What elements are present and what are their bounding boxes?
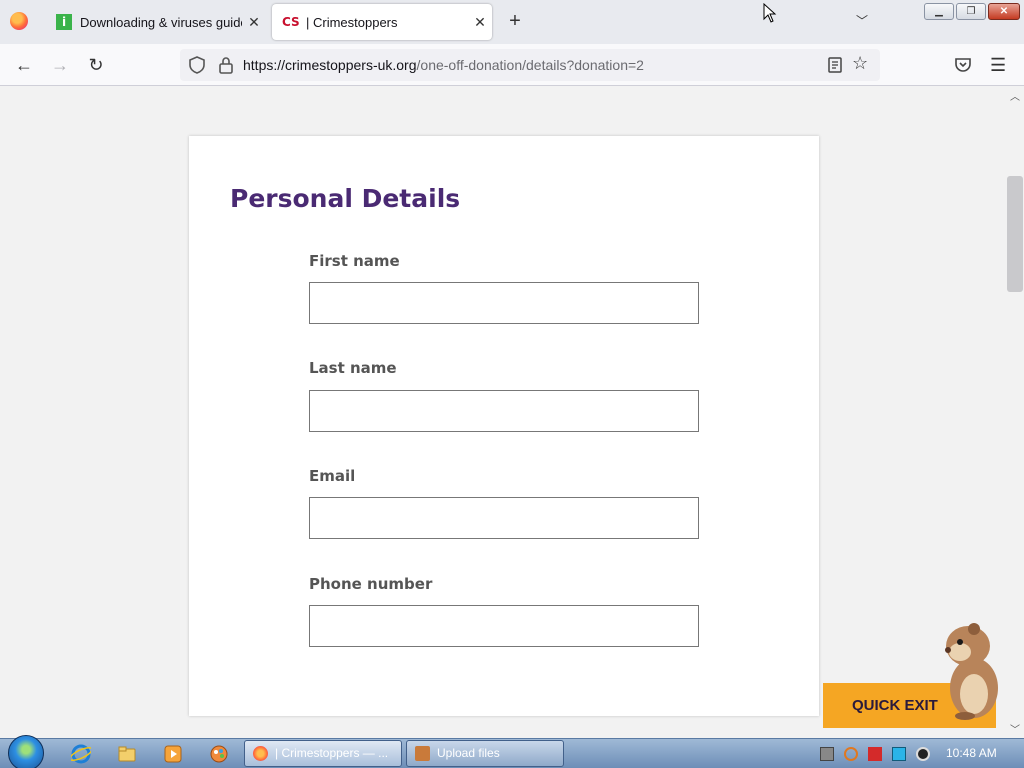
bookmark-star-icon[interactable]: ☆ [852, 53, 868, 74]
personal-details-card: Personal Details First name Last name Em… [189, 136, 819, 716]
close-window-icon[interactable]: ✕ [988, 3, 1020, 20]
taskbar-item-crimestoppers[interactable]: | Crimestoppers — ... [244, 740, 402, 767]
file-explorer-folder-icon[interactable] [117, 744, 137, 764]
upload-app-icon [415, 746, 430, 761]
internet-explorer-icon[interactable] [71, 744, 91, 764]
taskbar-item-label: Upload files [437, 746, 500, 760]
tracking-shield-icon[interactable] [188, 56, 206, 74]
phone-number-label: Phone number [309, 575, 433, 593]
paint-app-icon[interactable] [209, 744, 229, 764]
mouse-cursor-icon [763, 3, 777, 23]
taskbar-item-upload-files[interactable]: Upload files [406, 740, 564, 767]
first-name-label: First name [309, 252, 400, 270]
crimestoppers-favicon-icon: CS [282, 15, 300, 29]
phone-number-field[interactable] [309, 605, 699, 647]
taskbar-item-label: | Crimestoppers — ... [275, 746, 389, 760]
email-label: Email [309, 467, 356, 485]
tab-downloading-guide[interactable]: i Downloading & viruses guide - ✕ [46, 4, 266, 40]
forward-arrow-icon[interactable]: → [48, 53, 72, 77]
first-name-field[interactable] [309, 282, 699, 324]
navigation-toolbar: ← → ↻ https://crimestoppers-uk.org/one-o… [0, 44, 1024, 86]
hamburger-menu-icon[interactable]: ☰ [990, 55, 1006, 76]
search-tray-icon[interactable] [844, 747, 858, 761]
lock-icon[interactable] [218, 56, 234, 74]
page-title: Personal Details [230, 184, 461, 213]
start-button-icon[interactable] [8, 735, 44, 768]
volume-tray-icon[interactable] [916, 747, 930, 761]
new-tab-plus-icon[interactable]: + [504, 10, 526, 32]
windows-taskbar: | Crimestoppers — ... Upload files 10:48… [0, 735, 1024, 768]
window-controls: ▁ ❐ ✕ [924, 3, 1020, 20]
tab-crimestoppers[interactable]: CS | Crimestoppers ✕ [272, 4, 492, 40]
tab-close-icon[interactable]: ✕ [468, 14, 492, 31]
firefox-icon[interactable] [10, 12, 28, 30]
info-favicon-icon: i [56, 14, 72, 30]
last-name-field[interactable] [309, 390, 699, 432]
url-text[interactable]: https://crimestoppers-uk.org/one-off-don… [243, 57, 644, 73]
hamster-mascot-icon [945, 623, 998, 720]
last-name-label: Last name [309, 359, 397, 377]
restore-icon[interactable]: ❐ [956, 3, 986, 20]
tab-bar: i Downloading & viruses guide - ✕ CS | C… [0, 0, 1024, 44]
network-tray-icon[interactable] [892, 747, 906, 761]
tab-title: | Crimestoppers [306, 14, 398, 30]
address-bar[interactable]: https://crimestoppers-uk.org/one-off-don… [180, 49, 880, 81]
scroll-up-arrow-icon[interactable]: ︿ [1010, 88, 1020, 103]
media-player-icon[interactable] [163, 744, 183, 764]
flag-tray-icon[interactable] [868, 747, 882, 761]
minimize-icon[interactable]: ▁ [924, 3, 954, 20]
scroll-thumb[interactable] [1007, 176, 1023, 292]
tab-close-icon[interactable]: ✕ [242, 14, 266, 31]
page-viewport: Personal Details First name Last name Em… [0, 86, 1024, 738]
reload-icon[interactable]: ↻ [84, 53, 108, 77]
system-clock[interactable]: 10:48 AM [946, 746, 997, 760]
tray-app-icon[interactable] [820, 747, 834, 761]
url-path: /one-off-donation/details?donation=2 [416, 57, 644, 73]
email-field[interactable] [309, 497, 699, 539]
reader-view-icon[interactable] [826, 56, 844, 74]
pocket-icon[interactable] [954, 57, 972, 73]
tab-title: Downloading & viruses guide - [80, 14, 242, 30]
list-all-tabs-chevron-icon[interactable]: ﹀ [856, 12, 868, 29]
firefox-icon [253, 746, 268, 761]
back-arrow-icon[interactable]: ← [12, 53, 36, 77]
scroll-down-arrow-icon[interactable]: ﹀ [1010, 721, 1020, 736]
url-host: https://crimestoppers-uk.org [243, 57, 417, 73]
